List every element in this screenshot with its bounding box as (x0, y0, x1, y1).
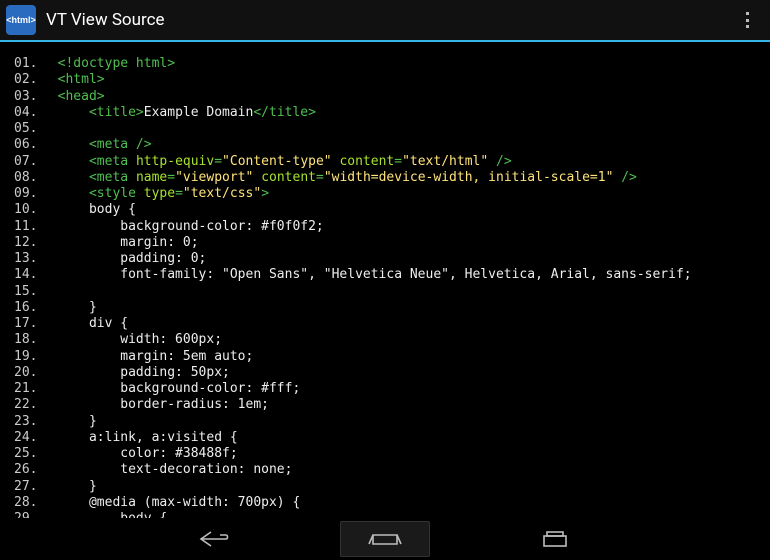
line-number: 18. (14, 332, 42, 348)
code-line: 16. } (14, 300, 756, 316)
line-number: 04. (14, 105, 42, 121)
code-line: 17. div { (14, 316, 756, 332)
source-code-view[interactable]: 01. <!doctype html>02. <html>03. <head>0… (0, 42, 770, 518)
line-number: 13. (14, 251, 42, 267)
code-line: 14. font-family: "Open Sans", "Helvetica… (14, 267, 756, 283)
code-line: 07. <meta http-equiv="Content-type" cont… (14, 154, 756, 170)
line-number: 06. (14, 137, 42, 153)
line-number: 23. (14, 414, 42, 430)
line-number: 05. (14, 121, 42, 137)
code-line: 27. } (14, 479, 756, 495)
line-number: 09. (14, 186, 42, 202)
code-line: 21. background-color: #fff; (14, 381, 756, 397)
line-number: 01. (14, 56, 42, 72)
system-nav-bar (0, 518, 770, 560)
code-line: 26. text-decoration: none; (14, 462, 756, 478)
line-number: 10. (14, 202, 42, 218)
code-line: 25. color: #38488f; (14, 446, 756, 462)
app-icon-label: <html> (6, 15, 36, 25)
line-number: 08. (14, 170, 42, 186)
line-number: 29. (14, 511, 42, 518)
code-line: 04. <title>Example Domain</title> (14, 105, 756, 121)
line-number: 28. (14, 495, 42, 511)
code-line: 06. <meta /> (14, 137, 756, 153)
overflow-icon (746, 12, 750, 28)
code-line: 24. a:link, a:visited { (14, 430, 756, 446)
line-number: 22. (14, 397, 42, 413)
app-icon: <html> (6, 5, 36, 35)
back-icon (198, 529, 232, 549)
code-line: 18. width: 600px; (14, 332, 756, 348)
code-line: 09. <style type="text/css"> (14, 186, 756, 202)
line-number: 15. (14, 284, 42, 300)
code-line: 19. margin: 5em auto; (14, 349, 756, 365)
line-number: 24. (14, 430, 42, 446)
nav-recents-button[interactable] (510, 521, 600, 557)
line-number: 20. (14, 365, 42, 381)
code-line: 02. <html> (14, 72, 756, 88)
line-number: 02. (14, 72, 42, 88)
code-line: 10. body { (14, 202, 756, 218)
line-number: 17. (14, 316, 42, 332)
line-number: 21. (14, 381, 42, 397)
code-line: 13. padding: 0; (14, 251, 756, 267)
app-title: VT View Source (46, 10, 734, 30)
code-line: 11. background-color: #f0f0f2; (14, 219, 756, 235)
code-line: 28. @media (max-width: 700px) { (14, 495, 756, 511)
code-line: 23. } (14, 414, 756, 430)
code-line: 03. <head> (14, 89, 756, 105)
code-line: 05. (14, 121, 756, 137)
code-line: 22. border-radius: 1em; (14, 397, 756, 413)
line-number: 12. (14, 235, 42, 251)
line-number: 07. (14, 154, 42, 170)
code-line: 08. <meta name="viewport" content="width… (14, 170, 756, 186)
line-number: 14. (14, 267, 42, 283)
nav-home-button[interactable] (340, 521, 430, 557)
code-line: 20. padding: 50px; (14, 365, 756, 381)
nav-back-button[interactable] (170, 521, 260, 557)
line-number: 03. (14, 89, 42, 105)
action-bar: <html> VT View Source (0, 0, 770, 42)
line-number: 25. (14, 446, 42, 462)
home-icon (367, 530, 403, 548)
code-line: 15. (14, 284, 756, 300)
overflow-menu-button[interactable] (734, 6, 762, 34)
code-line: 12. margin: 0; (14, 235, 756, 251)
line-number: 19. (14, 349, 42, 365)
code-line: 01. <!doctype html> (14, 56, 756, 72)
line-number: 11. (14, 219, 42, 235)
code-line: 29. body { (14, 511, 756, 518)
line-number: 26. (14, 462, 42, 478)
recents-icon (540, 530, 570, 548)
line-number: 27. (14, 479, 42, 495)
line-number: 16. (14, 300, 42, 316)
